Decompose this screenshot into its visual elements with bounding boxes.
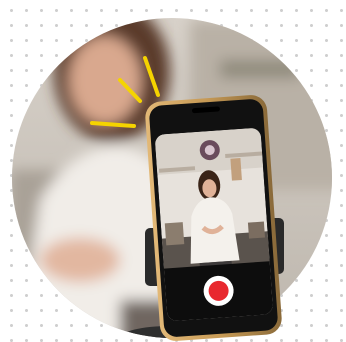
promo-illustration — [0, 0, 346, 342]
phone-screen — [154, 127, 274, 322]
smartphone — [145, 95, 282, 341]
circular-photo — [12, 18, 332, 341]
